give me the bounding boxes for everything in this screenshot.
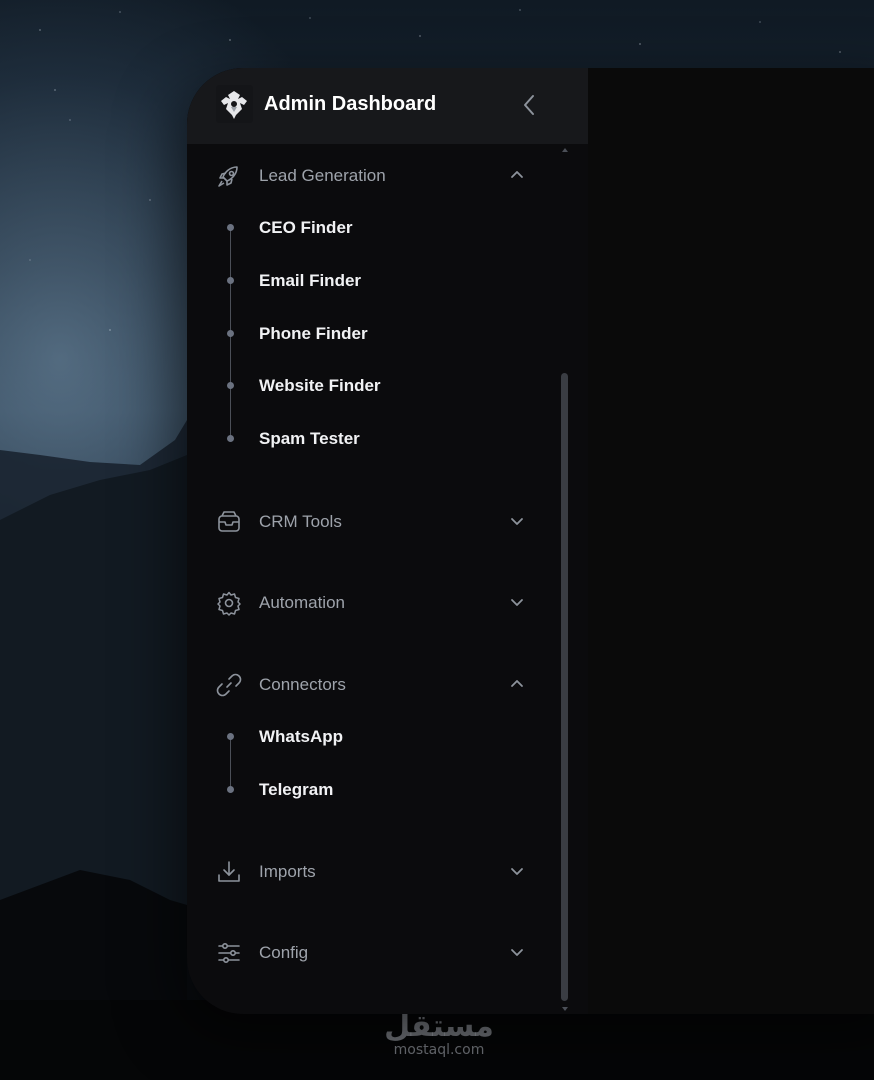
chevron-down-icon bbox=[511, 599, 523, 606]
nav-group-label: Imports bbox=[259, 862, 316, 881]
app-window: Admin Dashboard Lead Generation CEO Find… bbox=[187, 68, 874, 1014]
nav-group-lead-generation[interactable]: Lead Generation bbox=[187, 153, 557, 197]
tree-dot bbox=[227, 277, 234, 284]
tree-dot bbox=[227, 330, 234, 337]
nav-item-label: WhatsApp bbox=[259, 727, 344, 746]
sidebar-header: Admin Dashboard bbox=[187, 68, 588, 144]
watermark: مستقل mostaql.com bbox=[384, 1009, 494, 1059]
inbox-icon bbox=[218, 511, 240, 532]
tree-line bbox=[230, 737, 231, 789]
nav-item-phone-finder[interactable]: Phone Finder bbox=[227, 318, 527, 350]
nav-item-telegram[interactable]: Telegram bbox=[227, 774, 527, 806]
nav-group-imports[interactable]: Imports bbox=[187, 849, 557, 893]
nav-group-label: Config bbox=[259, 943, 309, 962]
nav-group-config[interactable]: Config bbox=[187, 930, 557, 974]
nav-group-automation[interactable]: Automation bbox=[187, 580, 557, 624]
brand-logo bbox=[216, 85, 253, 123]
chevron-down-icon bbox=[511, 868, 523, 875]
nav-item-email-finder[interactable]: Email Finder bbox=[227, 265, 527, 297]
app-title: Admin Dashboard bbox=[264, 93, 437, 115]
sidebar: Admin Dashboard Lead Generation CEO Find… bbox=[187, 68, 588, 1014]
nav-item-label: Telegram bbox=[259, 780, 334, 799]
chevron-down-icon bbox=[511, 949, 523, 956]
nav-item-label: Phone Finder bbox=[259, 324, 368, 343]
scroll-down-arrow[interactable] bbox=[561, 1005, 569, 1013]
chevron-left-icon bbox=[524, 95, 534, 115]
scroll-up-arrow[interactable] bbox=[561, 146, 569, 154]
tree-dot bbox=[227, 733, 234, 740]
rocket-icon bbox=[218, 166, 238, 187]
watermark-latin: mostaql.com bbox=[393, 1042, 485, 1058]
tree-dot bbox=[227, 224, 234, 231]
nav-item-label: Website Finder bbox=[259, 376, 381, 395]
chevron-down-icon bbox=[511, 518, 523, 525]
nav-item-whatsapp[interactable]: WhatsApp bbox=[227, 721, 527, 753]
nav-item-label: Spam Tester bbox=[259, 429, 360, 448]
nav-group-label: Connectors bbox=[259, 675, 346, 694]
nav-item-spam-tester[interactable]: Spam Tester bbox=[227, 423, 527, 455]
nav-item-website-finder[interactable]: Website Finder bbox=[227, 370, 527, 402]
scrollbar-thumb[interactable] bbox=[561, 373, 568, 1001]
nav-group-label: Automation bbox=[259, 593, 345, 612]
tree-dot bbox=[227, 435, 234, 442]
chevron-up-icon bbox=[511, 680, 523, 687]
nav-item-ceo-finder[interactable]: CEO Finder bbox=[227, 212, 527, 244]
gear-icon bbox=[217, 591, 241, 616]
sliders-icon bbox=[218, 942, 240, 963]
watermark-arabic: مستقل bbox=[384, 1009, 494, 1044]
nav-group-crm-tools[interactable]: CRM Tools bbox=[187, 499, 557, 543]
nav-item-label: CEO Finder bbox=[259, 218, 353, 237]
nav-group-connectors[interactable]: Connectors bbox=[187, 662, 557, 706]
nav-group-label: CRM Tools bbox=[259, 512, 342, 531]
chevron-up-icon bbox=[511, 171, 523, 178]
collapse-sidebar-button[interactable] bbox=[515, 91, 543, 119]
link-icon bbox=[216, 673, 242, 697]
download-icon bbox=[218, 861, 240, 882]
main-content-area bbox=[588, 68, 874, 1014]
tree-dot bbox=[227, 786, 234, 793]
nav-item-label: Email Finder bbox=[259, 271, 362, 290]
tree-dot bbox=[227, 382, 234, 389]
nav-group-label: Lead Generation bbox=[259, 166, 386, 185]
